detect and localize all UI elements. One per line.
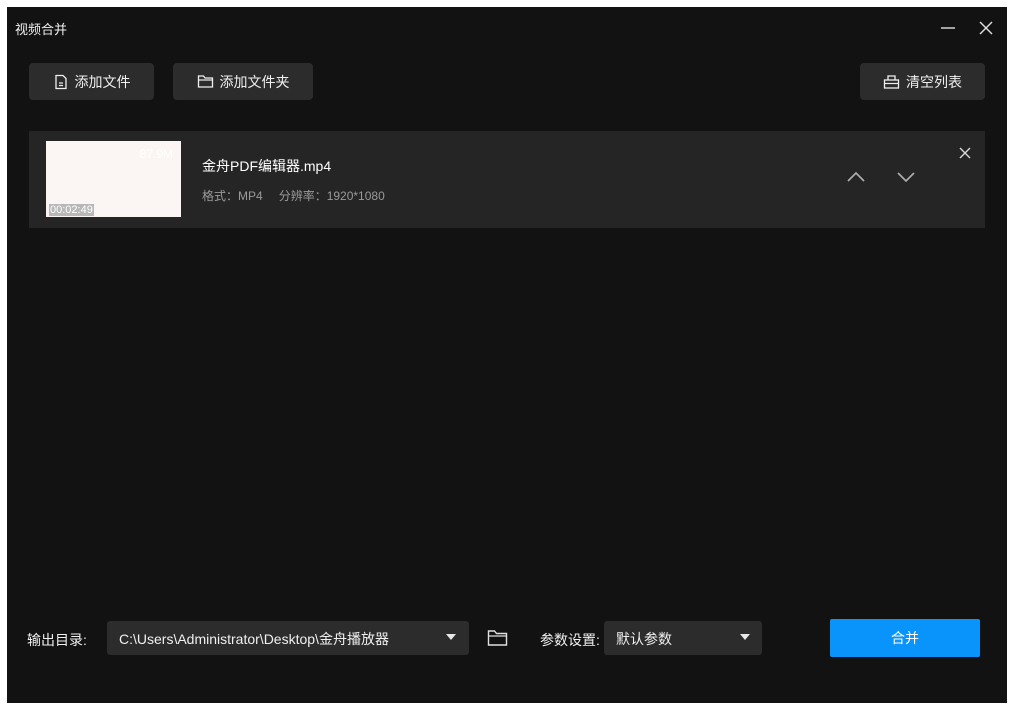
params-value: 默认参数 xyxy=(616,631,672,647)
title-bar: 视频合并 xyxy=(7,7,1007,47)
add-file-button[interactable]: 添加文件 xyxy=(29,63,154,100)
file-size: 87.9M xyxy=(139,147,173,161)
window-title: 视频合并 xyxy=(15,22,68,37)
move-down-button[interactable] xyxy=(895,169,917,190)
params-label: 参数设置: xyxy=(540,632,600,648)
merge-button[interactable]: 合并 xyxy=(830,619,980,657)
folder-icon xyxy=(487,630,508,651)
close-icon xyxy=(975,17,997,39)
clear-list-label: 清空列表 xyxy=(906,73,962,90)
params-select[interactable]: 默认参数 xyxy=(604,621,762,655)
output-path-value: C:\Users\Administrator\Desktop\金舟播放器 xyxy=(119,631,389,647)
close-icon xyxy=(958,147,972,164)
video-duration: 00:02:49 xyxy=(49,204,94,216)
video-thumbnail: 87.9M 00:02:49 xyxy=(46,141,181,217)
file-format: 格式：MP4 xyxy=(202,189,263,203)
minimize-button[interactable] xyxy=(937,17,959,39)
file-resolution: 分辨率：1920*1080 xyxy=(278,189,385,203)
add-file-label: 添加文件 xyxy=(74,73,131,90)
caret-down-icon xyxy=(740,634,750,640)
folder-icon xyxy=(197,74,214,89)
file-list-item[interactable]: 87.9M 00:02:49 金舟PDF编辑器.mp4 格式：MP4 分辨率：1… xyxy=(29,131,985,228)
add-folder-button[interactable]: 添加文件夹 xyxy=(173,63,313,100)
document-icon xyxy=(53,74,69,90)
output-dir-label: 输出目录: xyxy=(27,632,87,648)
add-folder-label: 添加文件夹 xyxy=(219,73,290,90)
move-up-button[interactable] xyxy=(845,169,867,190)
basket-icon xyxy=(883,74,900,90)
output-path-select[interactable]: C:\Users\Administrator\Desktop\金舟播放器 xyxy=(107,621,469,655)
file-meta: 格式：MP4 分辨率：1920*1080 xyxy=(202,187,385,204)
browse-folder-button[interactable] xyxy=(487,629,508,652)
file-name: 金舟PDF编辑器.mp4 xyxy=(202,158,332,174)
close-window-button[interactable] xyxy=(975,17,997,39)
minimize-icon xyxy=(937,17,959,39)
clear-list-button[interactable]: 清空列表 xyxy=(860,63,985,100)
video-merge-window: 视频合并 添加文件 添加文件夹 清空列表 87.9M 00:02:49 金舟PD… xyxy=(7,7,1007,703)
caret-down-icon xyxy=(446,634,456,640)
remove-file-button[interactable] xyxy=(958,146,972,165)
chevron-up-icon xyxy=(845,171,867,189)
chevron-down-icon xyxy=(895,172,917,189)
